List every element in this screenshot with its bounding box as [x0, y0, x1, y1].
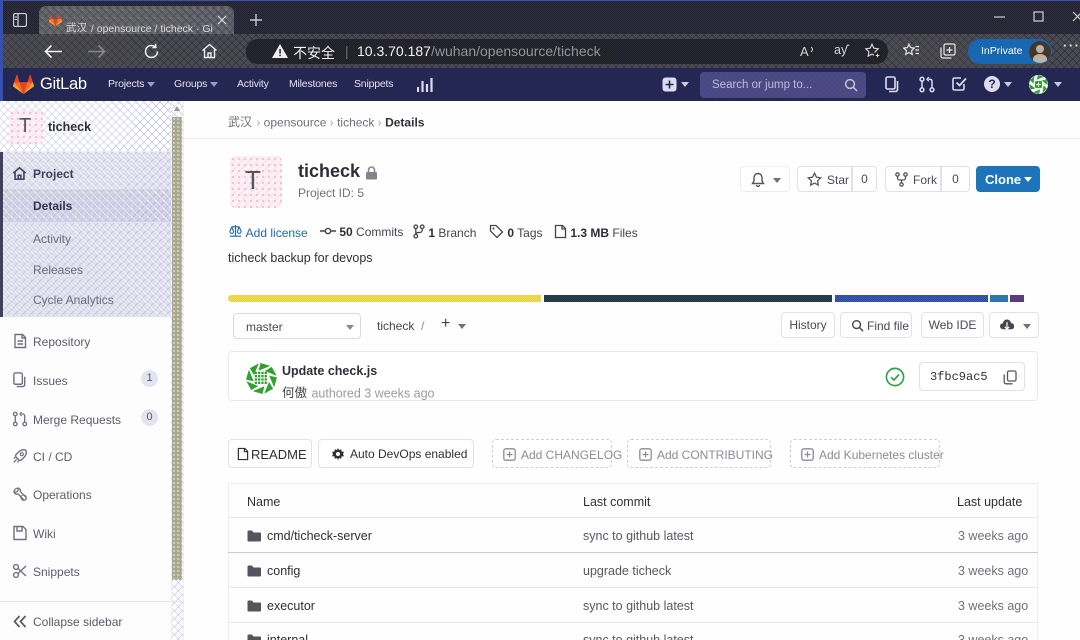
svg-text:A: A: [800, 44, 809, 59]
